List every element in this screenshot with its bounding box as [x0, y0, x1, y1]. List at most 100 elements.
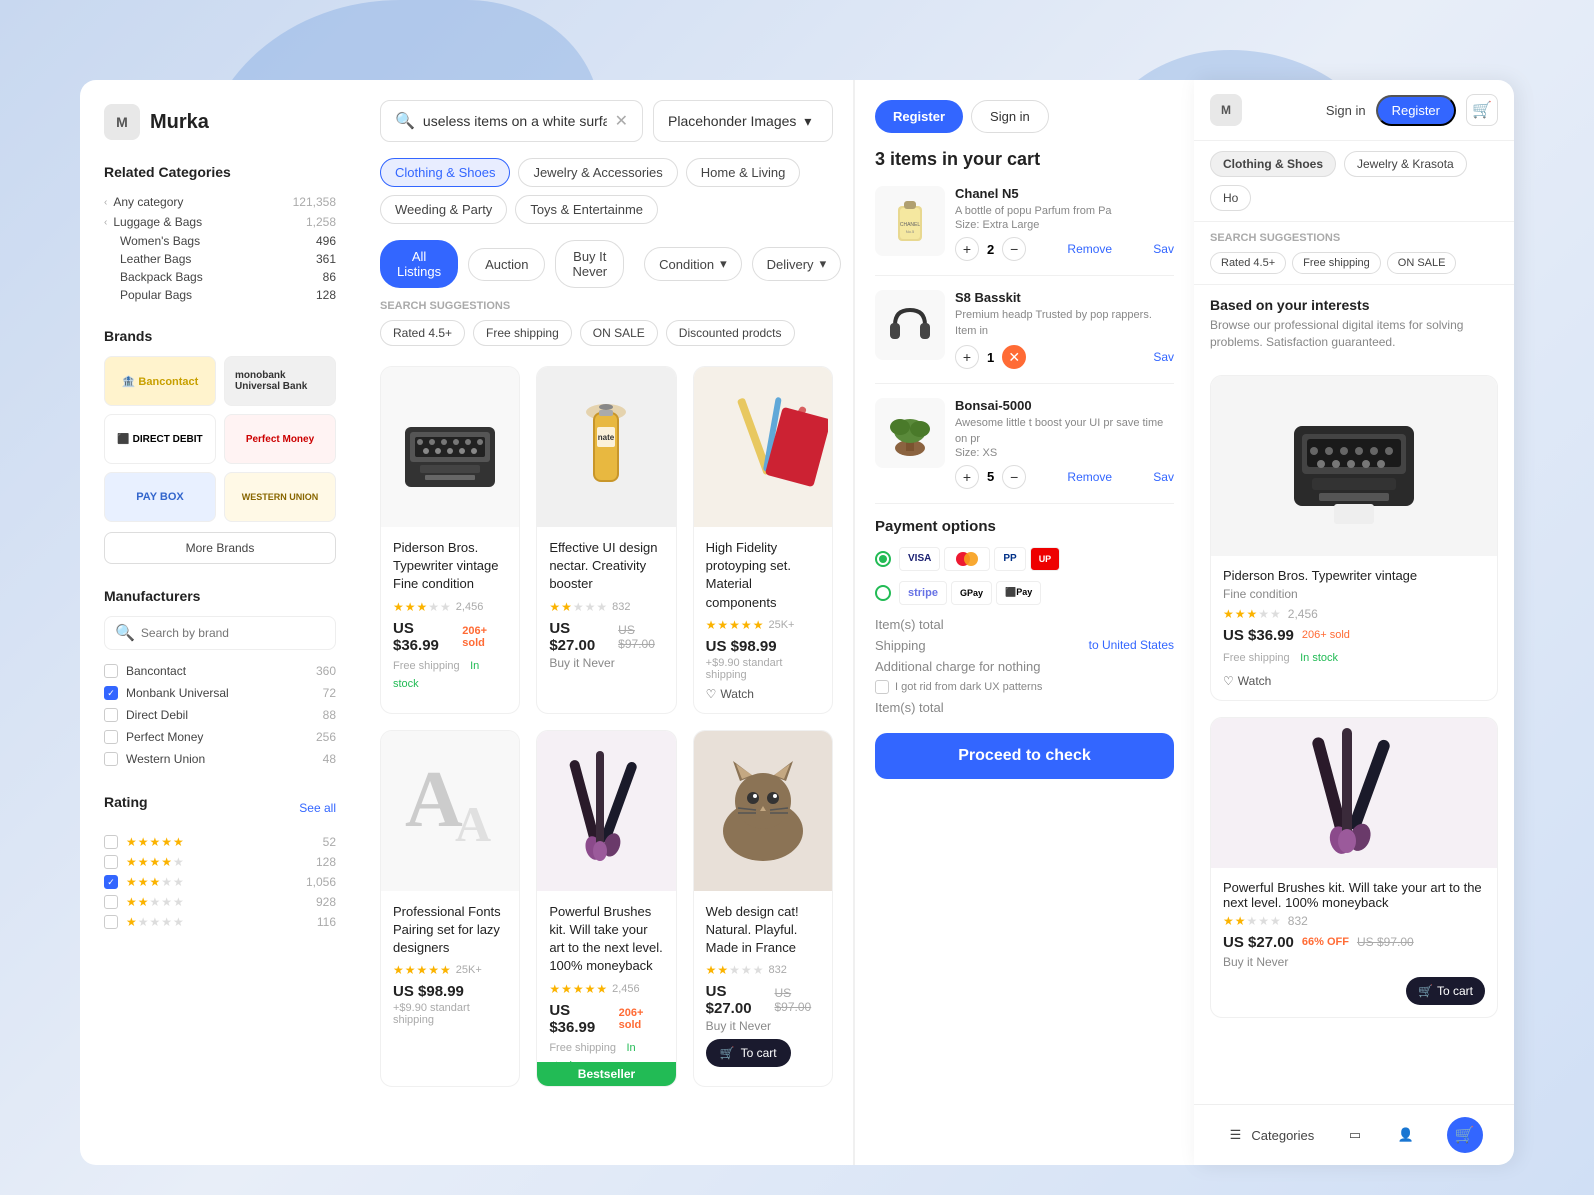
tab-weeding-party[interactable]: Weeding & Party [380, 195, 507, 224]
cart-nav-icon: 🛒 [1455, 1125, 1475, 1145]
rating-5-item[interactable]: ★★★★★ 52 [104, 832, 336, 852]
search-brand-input[interactable] [141, 626, 325, 640]
backpack-bags-count: 86 [323, 270, 336, 284]
rating-5-checkbox[interactable] [104, 835, 118, 849]
proceed-button[interactable]: Proceed to check [875, 733, 1174, 779]
radio-digital[interactable] [875, 585, 891, 601]
mfr-monbank-checkbox[interactable]: ✓ [104, 686, 118, 700]
qty-increase-chanel[interactable]: − [1002, 237, 1026, 261]
mfr-bancontact-checkbox[interactable] [104, 664, 118, 678]
brand-direct-debit[interactable]: ⬛ DIRECT DEBIT [104, 414, 216, 464]
rating-5-count: 52 [323, 835, 336, 849]
qty-decrease-basskit[interactable]: + [955, 345, 979, 369]
tag-free-shipping[interactable]: Free shipping [473, 320, 572, 346]
brand-bancontact[interactable]: 🏦 Bancontact [104, 356, 216, 406]
tab-buy-it-never[interactable]: Buy It Never [555, 240, 624, 288]
qty-remove-basskit[interactable]: ✕ [1002, 345, 1026, 369]
sign-in-button-cart[interactable]: Sign in [971, 100, 1049, 133]
items-total-label: Item(s) total [875, 617, 944, 632]
brand-perfect-money[interactable]: Perfect Money [224, 414, 336, 464]
chevron-down-icon: ▾ [804, 113, 811, 130]
brand-western-union[interactable]: WESTERN UNION [224, 472, 336, 522]
qty-decrease-chanel[interactable]: + [955, 237, 979, 261]
mfr-perfect-count: 256 [316, 730, 336, 744]
popular-bags-item[interactable]: Popular Bags 128 [120, 286, 336, 304]
mfr-monbank[interactable]: ✓ Monbank Universal 72 [104, 682, 336, 704]
rating-3-checkbox[interactable]: ✓ [104, 875, 118, 889]
right-tab-ho[interactable]: Ho [1210, 185, 1251, 211]
right-tab-jewelry[interactable]: Jewelry & Krasota [1344, 151, 1467, 177]
leather-bags-item[interactable]: Leather Bags 361 [120, 250, 336, 268]
right-tab-clothing[interactable]: Clothing & Shoes [1210, 151, 1336, 177]
remove-bonsai[interactable]: Remove [1067, 470, 1112, 484]
register-button-cart[interactable]: Register [875, 100, 963, 133]
delivery-dropdown[interactable]: Delivery ▾ [752, 247, 842, 281]
tab-clothing-shoes[interactable]: Clothing & Shoes [380, 158, 510, 187]
cart-icon-button[interactable]: 🛒 [1466, 94, 1498, 126]
save-chanel[interactable]: Sav [1153, 242, 1174, 256]
nav-user[interactable]: 👤 [1396, 1125, 1416, 1145]
tag-on-sale[interactable]: ON SALE [580, 320, 658, 346]
payment-option-digital[interactable]: stripe GPay ⬛Pay [875, 581, 1174, 605]
nav-card[interactable]: ▭ [1345, 1125, 1365, 1145]
save-bonsai[interactable]: Sav [1153, 470, 1174, 484]
save-basskit[interactable]: Sav [1153, 350, 1174, 364]
qty-decrease-bonsai[interactable]: + [955, 465, 979, 489]
luggage-bags-item[interactable]: ‹ Luggage & Bags 1,258 [104, 212, 336, 232]
mfr-direct[interactable]: Direct Debil 88 [104, 704, 336, 726]
backpack-bags-item[interactable]: Backpack Bags 86 [120, 268, 336, 286]
rating-2-checkbox[interactable] [104, 895, 118, 909]
mfr-western-checkbox[interactable] [104, 752, 118, 766]
sign-in-link[interactable]: Sign in [1326, 103, 1366, 118]
tab-home-living[interactable]: Home & Living [686, 158, 801, 187]
mfr-bancontact[interactable]: Bancontact 360 [104, 660, 336, 682]
brand-monobank[interactable]: monobank Universal Bank [224, 356, 336, 406]
qty-increase-bonsai[interactable]: − [1002, 465, 1026, 489]
tab-all-listings[interactable]: All Listings [380, 240, 458, 288]
any-category-item[interactable]: ‹ Any category 121,358 [104, 192, 336, 212]
payment-option-card[interactable]: VISA PP UP [875, 547, 1174, 571]
search-brand-wrap: 🔍 [104, 616, 336, 650]
rating-1-checkbox[interactable] [104, 915, 118, 929]
mfr-perfect[interactable]: Perfect Money 256 [104, 726, 336, 748]
watch-button[interactable]: ♡ Watch [706, 687, 754, 701]
womens-bags-item[interactable]: Women's Bags 496 [120, 232, 336, 250]
right-tag-free-shipping[interactable]: Free shipping [1292, 252, 1381, 274]
right-watch-button-typewriter[interactable]: ♡ Watch [1223, 674, 1271, 688]
search-input[interactable] [423, 113, 607, 129]
to-cart-label: To cart [741, 1046, 777, 1060]
search-category-dropdown[interactable]: Placehonder Images ▾ [653, 100, 833, 142]
rating-2-item[interactable]: ★★★★★ 928 [104, 892, 336, 912]
to-cart-button[interactable]: 🛒 To cart [706, 1039, 791, 1067]
radio-card[interactable] [875, 551, 891, 567]
tag-discounted[interactable]: Discounted prodcts [666, 320, 795, 346]
tab-jewelry[interactable]: Jewelry & Accessories [518, 158, 677, 187]
search-clear-icon[interactable]: ✕ [615, 111, 628, 131]
register-button[interactable]: Register [1376, 95, 1456, 126]
mfr-western[interactable]: Western Union 48 [104, 748, 336, 770]
main-wrapper: M Murka Related Categories ‹ Any categor… [80, 80, 1514, 1165]
brand-paybox[interactable]: PAY BOX [104, 472, 216, 522]
mfr-perfect-checkbox[interactable] [104, 730, 118, 744]
additional-checkbox[interactable] [875, 680, 889, 694]
rating-3-item[interactable]: ✓ ★★★★★ 1,056 [104, 872, 336, 892]
nav-cart-button[interactable]: 🛒 [1447, 1117, 1483, 1153]
right-nav: M Sign in Register 🛒 [1194, 80, 1514, 141]
condition-dropdown[interactable]: Condition ▾ [644, 247, 741, 281]
product-grid: Piderson Bros. Typewriter vintage Fine c… [380, 366, 833, 1087]
rating-4-item[interactable]: ★★★★★ 128 [104, 852, 336, 872]
rating-4-checkbox[interactable] [104, 855, 118, 869]
right-to-cart-button-brushes[interactable]: 🛒 To cart [1406, 977, 1485, 1005]
mfr-direct-checkbox[interactable] [104, 708, 118, 722]
right-tag-rated[interactable]: Rated 4.5+ [1210, 252, 1286, 274]
remove-chanel[interactable]: Remove [1067, 242, 1112, 256]
tab-toys[interactable]: Toys & Entertainme [515, 195, 658, 224]
tag-rated[interactable]: Rated 4.5+ [380, 320, 465, 346]
nav-categories[interactable]: ☰ Categories [1225, 1125, 1314, 1145]
see-all-button[interactable]: See all [299, 801, 336, 815]
right-tag-on-sale[interactable]: ON SALE [1387, 252, 1457, 274]
rating-1-item[interactable]: ★★★★★ 116 [104, 912, 336, 932]
more-brands-button[interactable]: More Brands [104, 532, 336, 564]
shipping-destination[interactable]: to United States [1089, 638, 1174, 653]
tab-auction[interactable]: Auction [468, 248, 545, 281]
